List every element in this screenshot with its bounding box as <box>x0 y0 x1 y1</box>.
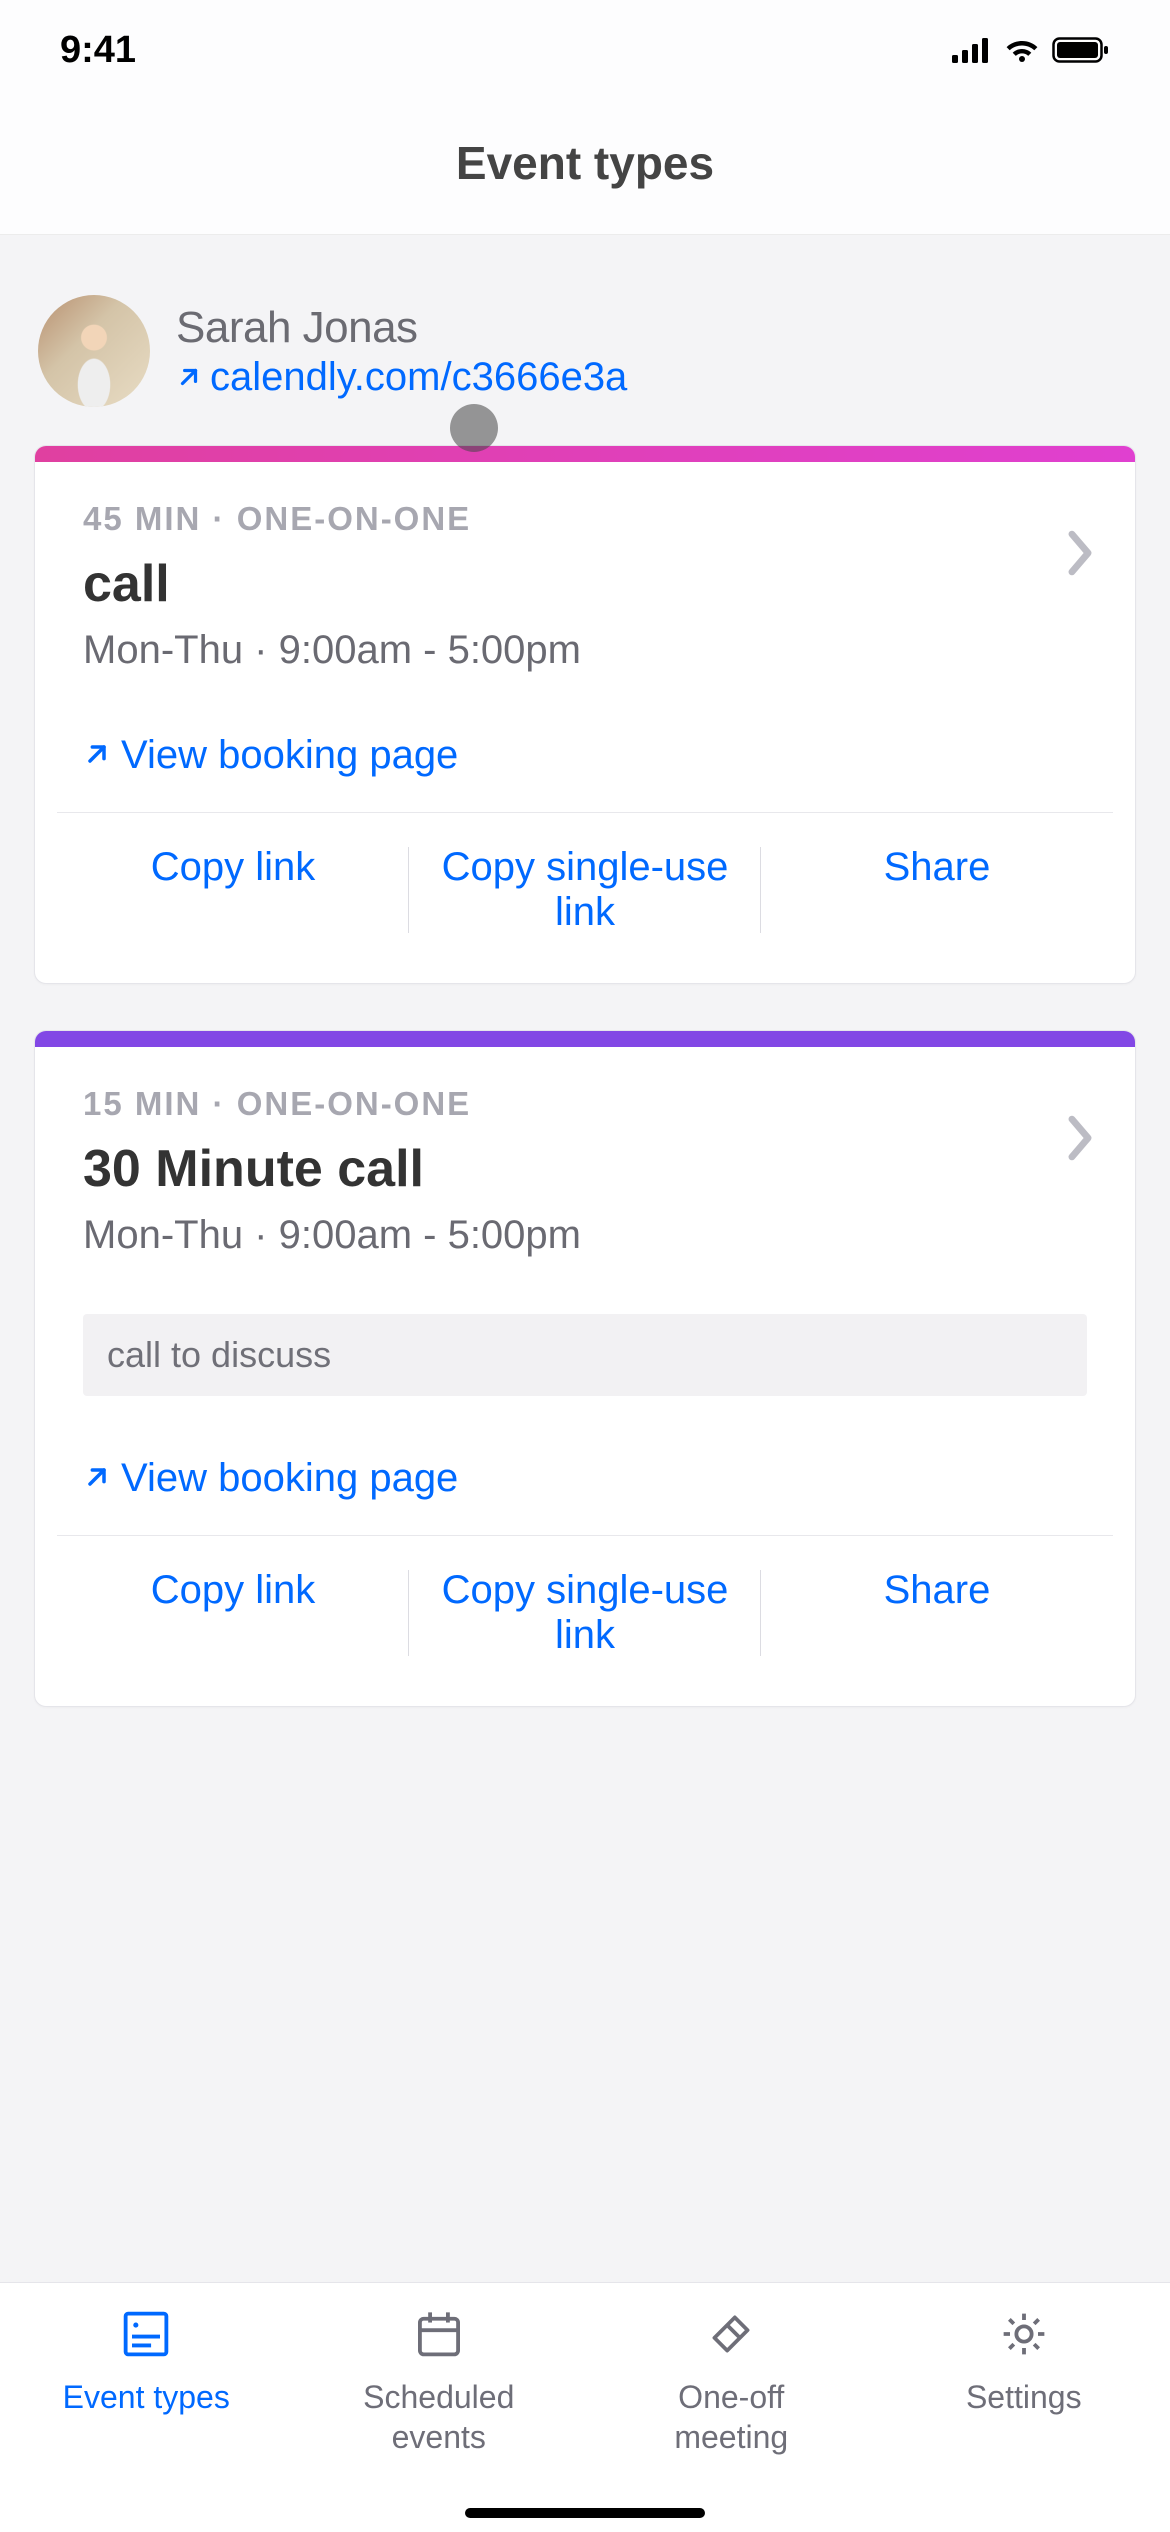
view-booking-link[interactable]: View booking page <box>83 1456 1087 1501</box>
event-meta: 15 MIN · ONE-ON-ONE <box>83 1085 1087 1123</box>
chevron-right-icon[interactable] <box>1063 526 1097 585</box>
copy-single-use-link-button[interactable]: Copy single-use link <box>409 1564 761 1662</box>
page-title: Event types <box>0 136 1170 190</box>
event-color-strip <box>35 446 1135 462</box>
status-time: 9:41 <box>60 29 136 72</box>
calendar-icon <box>411 2305 467 2363</box>
avatar[interactable] <box>38 295 150 407</box>
copy-link-button[interactable]: Copy link <box>57 1564 409 1662</box>
battery-icon <box>1052 37 1110 63</box>
view-booking-link[interactable]: View booking page <box>83 733 1087 778</box>
tab-label: One-off meeting <box>674 2377 788 2457</box>
view-booking-label: View booking page <box>121 733 458 778</box>
event-actions: Copy link Copy single-use link Share <box>57 812 1113 973</box>
event-title: 30 Minute call <box>83 1139 1087 1199</box>
external-link-icon <box>176 364 202 390</box>
status-bar: 9:41 <box>0 0 1170 100</box>
tab-label: Event types <box>63 2377 230 2417</box>
header: Event types <box>0 100 1170 235</box>
event-note: call to discuss <box>83 1314 1087 1396</box>
event-schedule: Mon-Thu · 9:00am - 5:00pm <box>83 1213 1087 1258</box>
wifi-icon <box>1004 37 1040 63</box>
status-indicators <box>952 37 1110 63</box>
cellular-signal-icon <box>952 37 992 63</box>
event-meta: 45 MIN · ONE-ON-ONE <box>83 500 1087 538</box>
home-indicator[interactable] <box>465 2508 705 2518</box>
event-card[interactable]: 45 MIN · ONE-ON-ONE call Mon-Thu · 9:00a… <box>34 445 1136 984</box>
tab-bar: Event types Scheduled events One-off mee… <box>0 2282 1170 2532</box>
profile-section[interactable]: Sarah Jonas calendly.com/c3666e3a <box>34 271 1136 445</box>
tab-label: Scheduled events <box>363 2377 514 2457</box>
view-booking-label: View booking page <box>121 1456 458 1501</box>
tab-one-off-meeting[interactable]: One-off meeting <box>585 2305 878 2532</box>
external-link-icon <box>83 733 111 778</box>
share-button[interactable]: Share <box>761 841 1113 939</box>
external-link-icon <box>83 1456 111 1501</box>
profile-name: Sarah Jonas <box>176 303 627 353</box>
share-button[interactable]: Share <box>761 1564 1113 1662</box>
touch-cursor-icon <box>450 404 498 452</box>
ticket-icon <box>703 2305 759 2363</box>
gear-icon <box>996 2305 1052 2363</box>
tab-scheduled-events[interactable]: Scheduled events <box>293 2305 586 2532</box>
chevron-right-icon[interactable] <box>1063 1111 1097 1170</box>
tab-event-types[interactable]: Event types <box>0 2305 293 2532</box>
event-color-strip <box>35 1031 1135 1047</box>
event-actions: Copy link Copy single-use link Share <box>57 1535 1113 1696</box>
profile-url: calendly.com/c3666e3a <box>210 355 627 400</box>
event-types-icon <box>118 2305 174 2363</box>
copy-single-use-link-button[interactable]: Copy single-use link <box>409 841 761 939</box>
profile-link[interactable]: calendly.com/c3666e3a <box>176 355 627 400</box>
event-card[interactable]: 15 MIN · ONE-ON-ONE 30 Minute call Mon-T… <box>34 1030 1136 1707</box>
tab-settings[interactable]: Settings <box>878 2305 1170 2532</box>
event-title: call <box>83 554 1087 614</box>
event-schedule: Mon-Thu · 9:00am - 5:00pm <box>83 628 1087 673</box>
tab-label: Settings <box>966 2377 1082 2417</box>
copy-link-button[interactable]: Copy link <box>57 841 409 939</box>
